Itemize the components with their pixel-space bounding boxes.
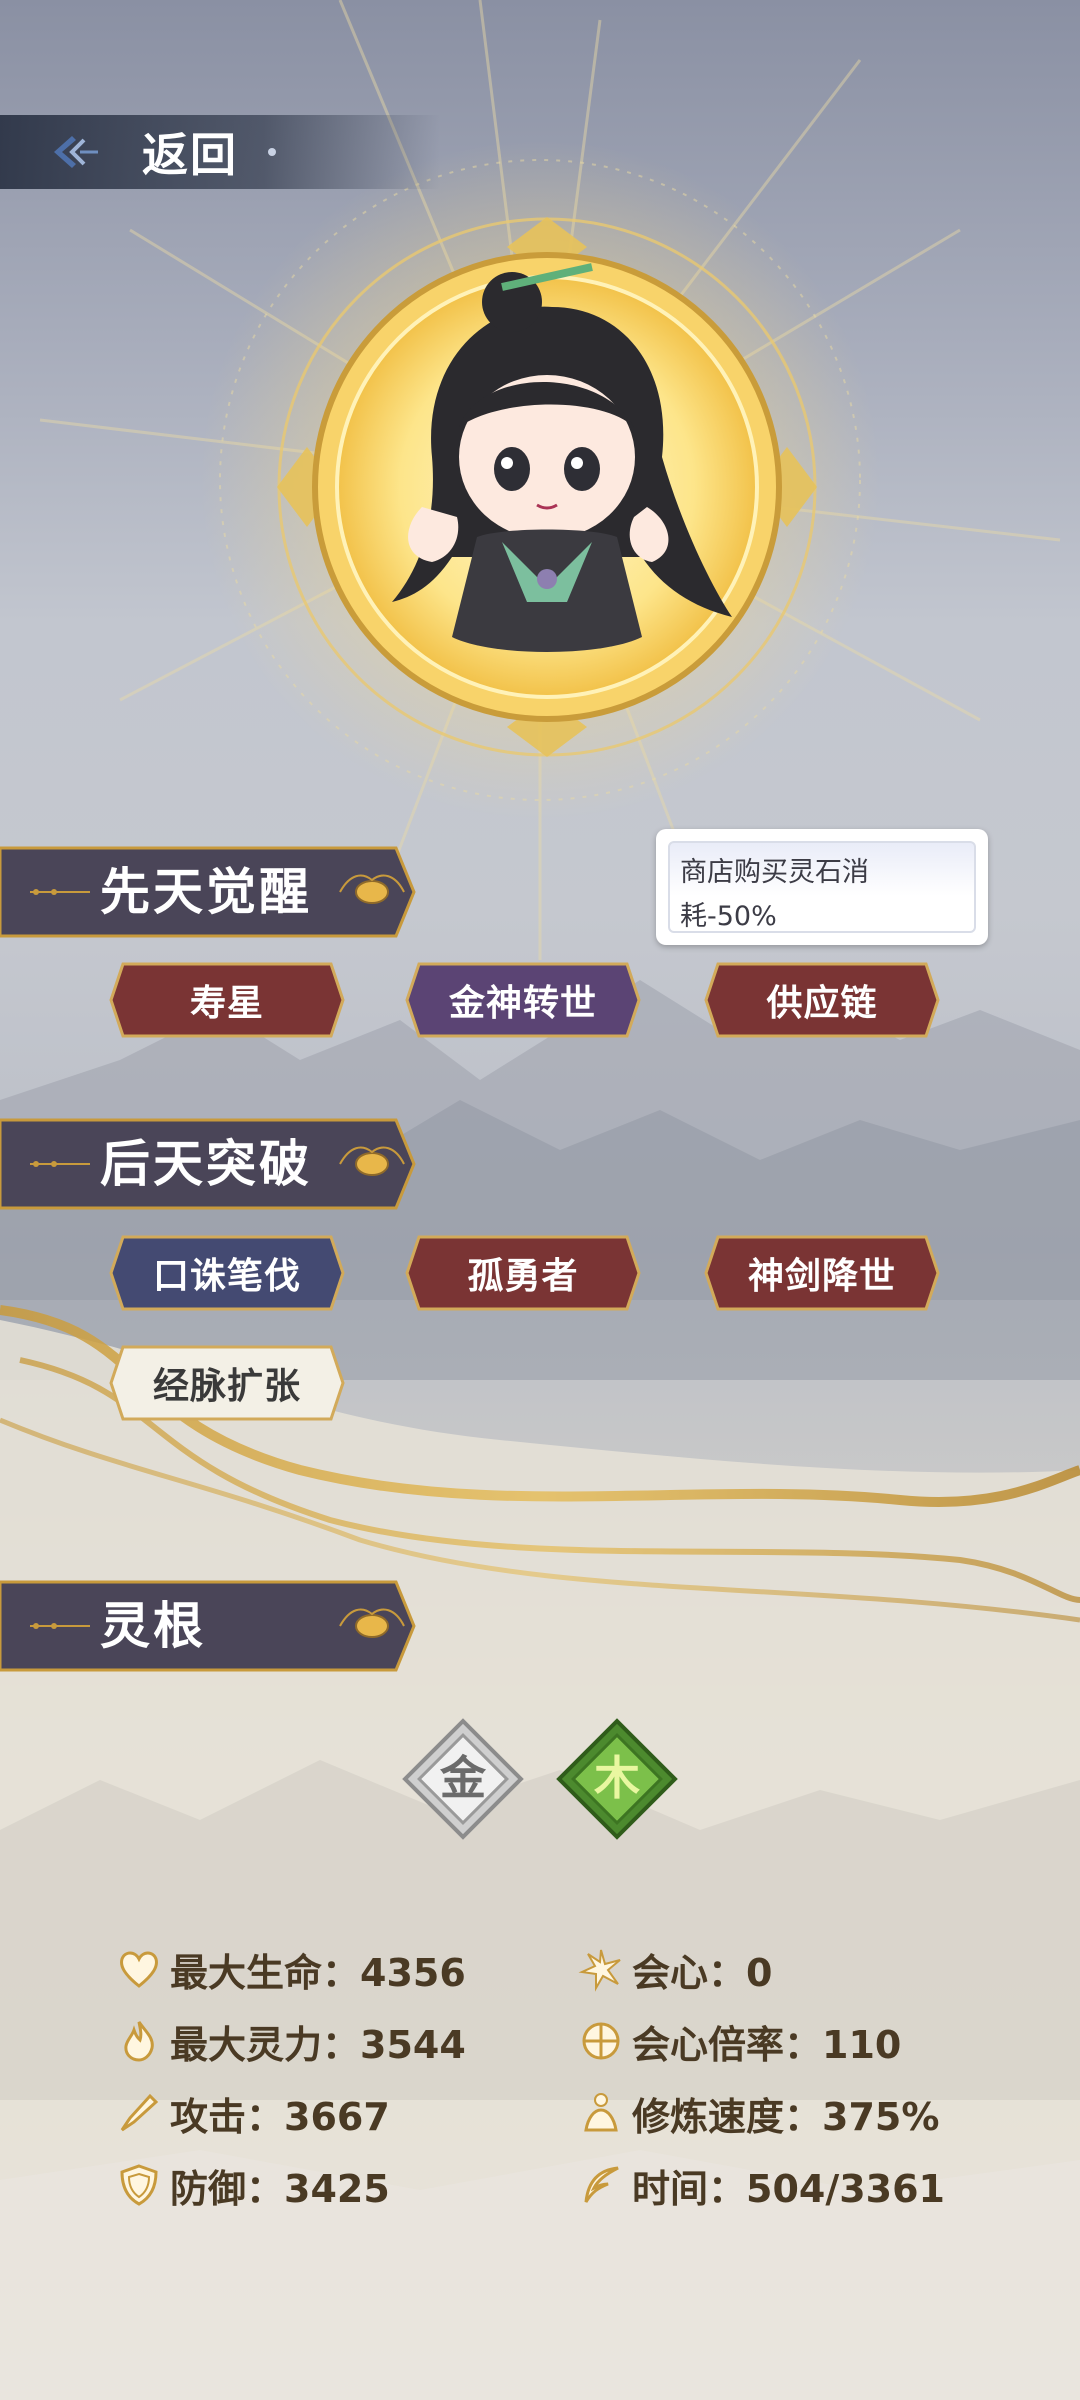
stat-crit: 会心：0 [578, 1939, 772, 1999]
stat-max-mana: 最大灵力：3544 [116, 2011, 466, 2071]
banner-ribbon [0, 1580, 416, 1672]
back-button[interactable]: 返回 [0, 115, 440, 189]
stat-attack: 攻击：3667 [116, 2083, 390, 2143]
acquired-tag-4-label: 经脉扩张 [152, 1366, 301, 1407]
wood-element-glyph: 木 [594, 1751, 640, 1805]
acquired-tag-4[interactable]: 经脉扩张 [109, 1343, 345, 1423]
innate-tag-1[interactable]: 寿星 [109, 960, 345, 1040]
innate-tag-3-label: 供应链 [766, 983, 878, 1024]
acquired-tag-1-label: 口诛笔伐 [152, 1256, 301, 1297]
shield-icon [120, 2164, 158, 2206]
stat-attack-text: 攻击：3667 [170, 2094, 390, 2139]
heart-icon [120, 1951, 158, 1988]
burst-icon [578, 1949, 621, 1992]
innate-tag-2[interactable]: 金神转世 [405, 960, 641, 1040]
meditation-icon [584, 2093, 618, 2132]
character-avatar [262, 207, 832, 767]
back-dot-decoration [268, 148, 276, 156]
section-banner-acquired: 后天突破 [0, 1116, 418, 1212]
stat-max-mana-text: 最大灵力：3544 [170, 2022, 466, 2067]
stat-defense: 防御：3425 [116, 2155, 390, 2215]
section-banner-innate: 先天觉醒 [0, 844, 418, 940]
metal-element-icon[interactable]: 金 [390, 1706, 536, 1852]
acquired-tag-3-label: 神剑降世 [747, 1256, 896, 1297]
stat-defense-text: 防御：3425 [170, 2166, 390, 2211]
wood-element-icon[interactable]: 木 [544, 1706, 690, 1852]
metal-element-glyph: 金 [439, 1751, 487, 1805]
stat-cultivation-speed: 修炼速度：375% [578, 2083, 939, 2143]
flame-icon [124, 2021, 154, 2062]
stat-crit-multiplier: 会心倍率：110 [578, 2011, 901, 2071]
acquired-tag-1[interactable]: 口诛笔伐 [109, 1233, 345, 1313]
acquired-tag-2-label: 孤勇者 [467, 1256, 579, 1297]
acquired-tag-3[interactable]: 神剑降世 [704, 1233, 940, 1313]
back-label: 返回 [142, 128, 238, 182]
stat-crit-multiplier-text: 会心倍率：110 [632, 2022, 902, 2067]
acquired-tag-2[interactable]: 孤勇者 [405, 1233, 641, 1313]
section-title-spirit-root: 灵根 [100, 1597, 206, 1655]
innate-tag-2-label: 金神转世 [448, 983, 597, 1024]
tooltip-text: 商店购买灵石消耗-50% [668, 841, 976, 933]
skill-tooltip: 商店购买灵石消耗-50% [656, 829, 988, 945]
section-banner-spirit-root: 灵根 [0, 1578, 418, 1674]
section-title-innate: 先天觉醒 [100, 863, 312, 921]
innate-tag-3[interactable]: 供应链 [704, 960, 940, 1040]
stat-max-hp: 最大生命：4356 [116, 1939, 466, 1999]
feather-icon [584, 2166, 619, 2203]
stat-cultivation-speed-text: 修炼速度：375% [632, 2094, 940, 2139]
stat-time: 时间：504/3361 [578, 2155, 945, 2215]
stat-time-text: 时间：504/3361 [632, 2166, 945, 2211]
brush-icon [120, 2093, 159, 2132]
target-icon [582, 2022, 620, 2060]
stat-crit-text: 会心：0 [632, 1950, 773, 1995]
innate-tag-1-label: 寿星 [189, 983, 264, 1024]
stat-max-hp-text: 最大生命：4356 [170, 1950, 466, 1995]
section-title-acquired: 后天突破 [100, 1135, 312, 1193]
back-arrow-icon [54, 136, 98, 168]
